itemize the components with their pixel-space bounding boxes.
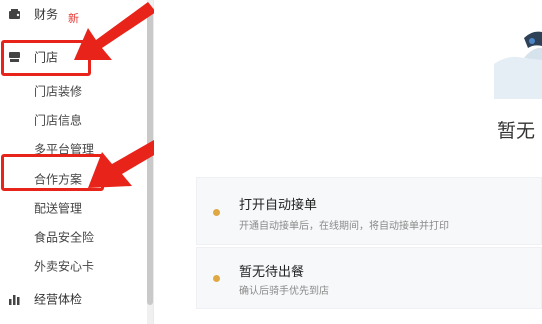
wallet-icon <box>9 8 21 20</box>
card-description: 开通自动接单后，在线期间，将自动接单并打印 <box>239 221 449 232</box>
sidebar-item-store-decoration[interactable]: 门店装修 <box>0 79 146 103</box>
sidebar-item-label: 经营体检 <box>34 292 83 307</box>
empty-state-illustration <box>494 31 542 99</box>
status-dot <box>213 275 220 282</box>
sidebar-item-business-checkup[interactable]: 经营体检 <box>0 287 146 311</box>
sidebar-item-label: 食品安全险 <box>34 230 95 245</box>
bar-chart-icon <box>9 293 21 305</box>
card-description: 确认后骑手优先到店 <box>239 286 329 297</box>
auto-accept-card[interactable]: 打开自动接单 开通自动接单后，在线期间，将自动接单并打印 <box>196 177 542 245</box>
pending-meal-card[interactable]: 暂无待出餐 确认后骑手优先到店 <box>196 247 542 309</box>
status-dot <box>213 209 220 216</box>
sidebar-item-food-safety[interactable]: 食品安全险 <box>0 225 146 249</box>
empty-state-text: 暂无 <box>497 121 536 142</box>
sidebar-item-label: 外卖安心卡 <box>34 259 95 274</box>
sidebar-item-label: 门店装修 <box>34 84 83 99</box>
sidebar-item-safe-card[interactable]: 外卖安心卡 <box>0 254 146 278</box>
card-title: 打开自动接单 <box>239 197 318 212</box>
card-title: 暂无待出餐 <box>239 264 305 279</box>
